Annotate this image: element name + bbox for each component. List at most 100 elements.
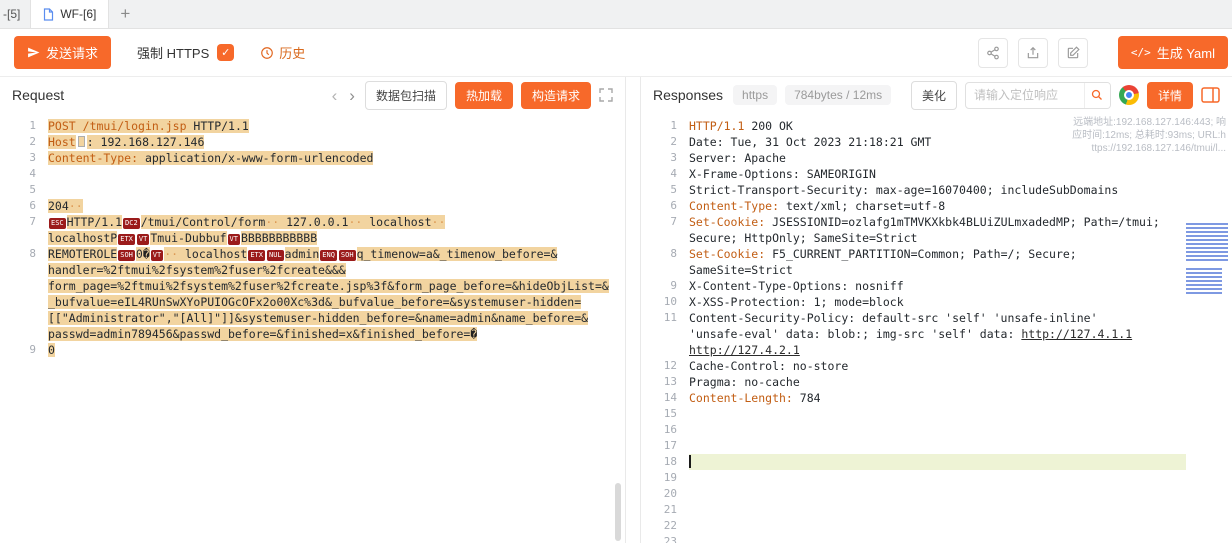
code-text: X-Frame-Options: SAMEORIGIN — [689, 166, 876, 182]
edit-button[interactable] — [1058, 38, 1088, 68]
response-header-actions: 美化 详情 — [911, 81, 1220, 110]
code-line: [["Administrator","[All]"]]&systemuser-h… — [0, 310, 625, 326]
response-meta-line: 应时间:12ms; 总耗时:93ms; URL:h — [1072, 129, 1226, 142]
search-icon[interactable] — [1084, 83, 1110, 108]
packet-scan-button[interactable]: 数据包扫描 — [365, 81, 447, 110]
request-editor[interactable]: 1 POST /tmui/login.jsp HTTP/1.12Host: 192… — [0, 113, 625, 543]
toolbar-right-icons — [978, 38, 1088, 68]
line-number — [641, 262, 677, 278]
code-line: handler=%2ftmui%2fsystem%2fuser%2fcreate… — [0, 262, 625, 278]
details-button[interactable]: 详情 — [1147, 82, 1193, 109]
minimap[interactable] — [1186, 223, 1230, 296]
force-https-checkbox[interactable]: ✓ — [217, 44, 234, 61]
code-line: 6Content-Type: text/xml; charset=utf-8 — [641, 198, 1232, 214]
layout-icon[interactable] — [1201, 87, 1220, 103]
line-number: 1 — [0, 118, 36, 134]
code-text: HTTP/1.1 200 OK — [689, 118, 793, 134]
code-text: Strict-Transport-Security: max-age=16070… — [689, 182, 1118, 198]
code-line: http://127.4.2.1 — [641, 342, 1232, 358]
response-editor[interactable]: 远端地址:192.168.127.146:443; 响 应时间:12ms; 总耗… — [641, 113, 1232, 543]
tab-bar: -[5] WF-[6] + — [0, 0, 1232, 29]
response-panel: Responses https 784bytes / 12ms 美化 详情 — [640, 77, 1232, 543]
tab-active-label: WF-[6] — [60, 7, 96, 21]
request-panel-header: Request ‹ › 数据包扫描 热加载 构造请求 — [0, 77, 625, 113]
response-panel-header: Responses https 784bytes / 12ms 美化 详情 — [641, 77, 1232, 113]
force-https-label: 强制 HTTPS — [137, 43, 209, 62]
code-line: 17 — [641, 438, 1232, 454]
send-request-label: 发送请求 — [46, 43, 98, 62]
line-number: 6 — [0, 198, 36, 214]
tab-partial-label: -[5] — [3, 7, 20, 21]
line-number: 23 — [641, 534, 677, 543]
line-number: 16 — [641, 422, 677, 438]
line-number: 7 — [641, 214, 677, 230]
code-text: REMOTEROLESOH0�VT·· localhostETXNULadmin… — [48, 246, 557, 262]
code-line: 6 204·· — [0, 198, 625, 214]
line-number: 20 — [641, 486, 677, 502]
response-code: 1HTTP/1.1 200 OK2Date: Tue, 31 Oct 2023 … — [641, 118, 1232, 543]
send-icon — [27, 46, 40, 59]
line-number: 22 — [641, 518, 677, 534]
code-line: passwd=admin789456&passwd_before=&finish… — [0, 326, 625, 342]
search-input[interactable] — [966, 88, 1084, 102]
code-line: Secure; HttpOnly; SameSite=Strict — [641, 230, 1232, 246]
code-text: Server: Apache — [689, 150, 786, 166]
code-text: form_page=%2ftmui%2fsystem%2fuser%2fcrea… — [48, 278, 609, 294]
code-text: ESCHTTP/1.1DC2/tmui/Control/form·· 127.0… — [48, 214, 445, 230]
line-number: 2 — [0, 134, 36, 150]
code-text: Set-Cookie: JSESSIONID=ozlafg1mTMVKXkbk4… — [689, 214, 1160, 230]
request-scrollbar[interactable] — [615, 483, 621, 541]
tab-partial[interactable]: -[5] — [0, 0, 31, 28]
control-char-badge: ENQ — [320, 250, 337, 261]
new-tab-button[interactable]: + — [109, 0, 141, 28]
code-line: 4 — [0, 166, 625, 182]
code-line: 14Content-Length: 784 — [641, 390, 1232, 406]
control-char-badge: ESC — [49, 218, 66, 229]
prev-request-button[interactable]: ‹ — [330, 87, 340, 104]
code-line: 20 — [641, 486, 1232, 502]
code-text: Content-Security-Policy: default-src 'se… — [689, 310, 1098, 326]
fullscreen-icon[interactable] — [599, 88, 613, 102]
build-request-button[interactable]: 构造请求 — [521, 82, 591, 109]
code-line: 8REMOTEROLESOH0�VT·· localhostETXNULadmi… — [0, 246, 625, 262]
main-toolbar: 发送请求 强制 HTTPS ✓ 历史 </> 生成 Yaml — [0, 29, 1232, 77]
line-number: 10 — [641, 294, 677, 310]
size-time-chip: 784bytes / 12ms — [785, 85, 891, 105]
code-line: 90 — [0, 342, 625, 358]
send-request-button[interactable]: 发送请求 — [14, 36, 111, 69]
line-number — [641, 326, 677, 342]
chrome-icon[interactable] — [1119, 85, 1139, 105]
code-text: Content-Type: text/xml; charset=utf-8 — [689, 198, 945, 214]
line-number: 1 — [641, 118, 677, 134]
line-number: 11 — [641, 310, 677, 326]
export-button[interactable] — [1018, 38, 1048, 68]
control-char-badge: ETX — [118, 234, 135, 245]
code-line: 7ESCHTTP/1.1DC2/tmui/Control/form·· 127.… — [0, 214, 625, 230]
line-number: 12 — [641, 358, 677, 374]
control-char-badge: ETX — [248, 250, 265, 261]
code-text: Pragma: no-cache — [689, 374, 800, 390]
line-number: 8 — [641, 246, 677, 262]
next-request-button[interactable]: › — [347, 87, 357, 104]
code-text: POST /tmui/login.jsp HTTP/1.1 — [48, 118, 249, 134]
minimap-block — [1186, 223, 1228, 261]
code-line: 11 Content-Security-Policy: default-src '… — [641, 310, 1232, 326]
force-https-toggle[interactable]: 强制 HTTPS ✓ — [137, 43, 234, 62]
line-number: 17 — [641, 438, 677, 454]
code-line: 2Host: 192.168.127.146 — [0, 134, 625, 150]
code-line: _bufvalue=eIL4RUnSwXYoPUIOGcOFx2o00Xc%3d… — [0, 294, 625, 310]
tab-active[interactable]: WF-[6] — [31, 0, 109, 28]
code-line: 15 — [641, 406, 1232, 422]
code-text: 204·· — [48, 198, 83, 214]
history-button[interactable]: 历史 — [260, 43, 305, 62]
code-text: Cache-Control: no-store — [689, 358, 848, 374]
code-line: form_page=%2ftmui%2fsystem%2fuser%2fcrea… — [0, 278, 625, 294]
share-button[interactable] — [978, 38, 1008, 68]
generate-yaml-button[interactable]: </> 生成 Yaml — [1118, 36, 1228, 69]
code-line: 16 — [641, 422, 1232, 438]
line-number: 5 — [0, 182, 36, 198]
beautify-button[interactable]: 美化 — [911, 81, 957, 110]
line-number: 13 — [641, 374, 677, 390]
hot-reload-button[interactable]: 热加载 — [455, 82, 513, 109]
code-text: Date: Tue, 31 Oct 2023 21:18:21 GMT — [689, 134, 931, 150]
